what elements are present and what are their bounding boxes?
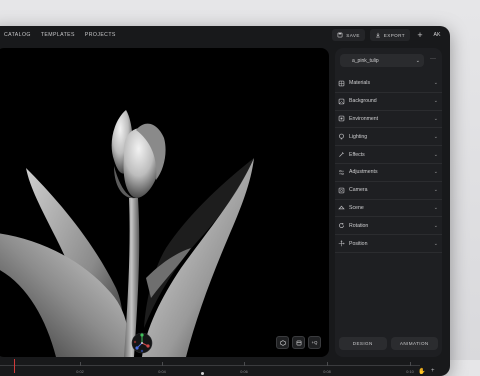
keyframe-marker[interactable] (201, 372, 204, 375)
chevron-down-icon: ⌄ (433, 151, 438, 158)
timeline-track (0, 365, 420, 366)
timeline[interactable]: 0:02 0:04 0:06 0:08 0:10 ✋ + (0, 359, 450, 376)
section-label: Background (349, 98, 377, 105)
section-scene[interactable]: Scene ⌄ (335, 200, 442, 218)
top-actions: SAVE EXPORT + AK (332, 29, 444, 41)
timeline-tick (327, 362, 328, 366)
nav-projects[interactable]: PROJECTS (85, 32, 116, 38)
main-nav: CATALOG TEMPLATES PROJECTS (4, 32, 116, 38)
timeline-label: 0:10 (406, 370, 414, 374)
tulip-render (0, 110, 254, 357)
timeline-tick (162, 362, 163, 366)
section-label: Effects (349, 151, 365, 158)
zoom-button[interactable]: +Q (308, 336, 321, 349)
section-adjustments[interactable]: Adjustments ⌄ (335, 164, 442, 182)
asset-name: a_pink_tulip (352, 57, 379, 64)
chevron-down-icon: ⌄ (433, 169, 438, 176)
cube-view-button[interactable] (276, 336, 289, 349)
section-rotation[interactable]: Rotation ⌄ (335, 217, 442, 236)
section-label: Position (349, 240, 368, 247)
timeline-label: 0:04 (158, 370, 166, 374)
section-lighting[interactable]: Lighting ⌄ (335, 128, 442, 147)
playhead[interactable] (14, 359, 15, 373)
nav-templates[interactable]: TEMPLATES (41, 32, 75, 38)
frame-icon (296, 340, 301, 345)
position-icon (338, 240, 345, 247)
rotation-icon (338, 222, 345, 229)
save-button[interactable]: SAVE (332, 29, 365, 41)
section-environment[interactable]: Environment ⌄ (335, 111, 442, 129)
timeline-tick (410, 362, 411, 366)
save-label: SAVE (346, 32, 360, 38)
section-label: Scene (349, 204, 364, 211)
section-label: Lighting (349, 133, 368, 140)
viewport-tools: +Q (276, 336, 321, 349)
section-background[interactable]: Background ⌄ (335, 93, 442, 111)
animation-button[interactable]: ANIMATION (390, 337, 438, 350)
background-icon (338, 98, 345, 105)
chevron-down-icon: ⌄ (433, 133, 438, 140)
section-materials[interactable]: Materials ⌄ (335, 75, 442, 93)
section-label: Adjustments (349, 169, 378, 176)
save-icon (337, 32, 343, 38)
section-label: Camera (349, 187, 368, 194)
hand-tool-icon[interactable]: ✋ (418, 368, 425, 375)
section-label: Environment (349, 115, 379, 122)
timeline-label: 0:08 (323, 370, 331, 374)
section-camera[interactable]: Camera ⌄ (335, 182, 442, 200)
chevron-down-icon: ⌄ (433, 80, 438, 87)
more-options-button[interactable]: ··· (428, 54, 438, 67)
adjustments-icon (338, 169, 345, 176)
timeline-label: 0:02 (76, 370, 84, 374)
chevron-down-icon: ⌄ (415, 57, 420, 64)
section-label: Materials (349, 80, 371, 87)
chevron-down-icon: ⌄ (433, 240, 438, 247)
chevron-down-icon: ⌄ (433, 204, 438, 211)
avatar[interactable]: AK (430, 32, 444, 38)
chevron-down-icon: ⌄ (433, 187, 438, 194)
chevron-down-icon: ⌄ (433, 98, 438, 105)
3d-viewport[interactable]: +Q (0, 48, 329, 357)
environment-icon (338, 115, 345, 122)
app-window: CATALOG TEMPLATES PROJECTS SAVE EXPORT +… (0, 26, 450, 376)
nav-catalog[interactable]: CATALOG (4, 32, 31, 38)
materials-icon (338, 80, 345, 87)
frame-view-button[interactable] (292, 336, 305, 349)
timeline-label: 0:06 (240, 370, 248, 374)
section-label: Rotation (349, 222, 369, 229)
add-button[interactable]: + (415, 29, 425, 41)
export-label: EXPORT (383, 32, 405, 38)
cube-icon (279, 339, 286, 346)
orientation-gizmo[interactable] (131, 332, 153, 354)
design-button[interactable]: DESIGN (339, 337, 387, 350)
properties-panel: a_pink_tulip ⌄ ··· Materials ⌄ Backgroun… (335, 48, 442, 357)
effects-icon (338, 151, 345, 158)
mode-buttons: DESIGN ANIMATION (339, 337, 438, 350)
chevron-down-icon: ⌄ (433, 115, 438, 122)
section-position[interactable]: Position ⌄ (335, 235, 442, 253)
top-bar: CATALOG TEMPLATES PROJECTS SAVE EXPORT +… (0, 26, 450, 46)
timeline-tick (80, 362, 81, 366)
camera-icon (338, 187, 345, 194)
export-icon (375, 32, 380, 38)
timeline-tick (244, 362, 245, 366)
section-effects[interactable]: Effects ⌄ (335, 146, 442, 164)
add-keyframe-button[interactable]: + (431, 368, 435, 374)
export-button[interactable]: EXPORT (369, 29, 410, 41)
asset-selector[interactable]: a_pink_tulip ⌄ (340, 54, 424, 67)
chevron-down-icon: ⌄ (433, 222, 438, 229)
lighting-icon (338, 133, 345, 140)
section-list: Materials ⌄ Background ⌄ Environment ⌄ L… (335, 75, 442, 253)
scene-icon (338, 204, 345, 211)
